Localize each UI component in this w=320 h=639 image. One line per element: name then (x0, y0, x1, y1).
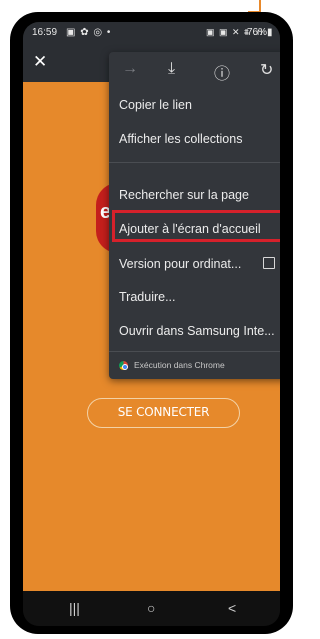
refresh-icon[interactable]: ↻ (260, 60, 273, 80)
download-icon[interactable]: ⤓ (168, 60, 175, 78)
forward-icon[interactable]: → (122, 60, 138, 78)
close-icon[interactable]: ✕ (33, 52, 47, 72)
menu-item-find-in-page[interactable]: Rechercher sur la page (109, 178, 280, 212)
highlight-box (112, 210, 280, 242)
running-in-chrome: Exécution dans Chrome (109, 352, 280, 379)
recents-icon[interactable]: ||| (69, 600, 80, 616)
menu-divider (109, 162, 280, 163)
notification-icons: ▣ ✿ ◎ • (66, 27, 112, 38)
desktop-version-checkbox[interactable] (263, 257, 275, 269)
menu-item-open-in-samsung[interactable]: Ouvrir dans Samsung Inte... (109, 314, 280, 348)
menu-item-label: Ouvrir dans Samsung Inte... (119, 324, 275, 338)
menu-item-translate[interactable]: Traduire... (109, 280, 280, 314)
running-in-chrome-label: Exécution dans Chrome (134, 360, 225, 370)
phone-screen: 16:59 ▣ ✿ ◎ • ▣ ▣ ✕ ⩩ .ıl 76%▮ ✕ e SE CO… (23, 22, 280, 626)
chrome-icon (119, 361, 128, 370)
overflow-menu: → ⤓ ⓘ ↻ Copier le lien Afficher les coll… (109, 52, 280, 379)
info-icon[interactable]: ⓘ (214, 60, 230, 84)
menu-item-label: Rechercher sur la page (119, 188, 249, 202)
android-nav-bar: ||| ○ < (23, 591, 280, 626)
back-icon[interactable]: < (228, 600, 236, 616)
home-icon[interactable]: ○ (147, 600, 155, 616)
menu-item-copy-link[interactable]: Copier le lien (109, 88, 280, 122)
menu-top-row: → ⤓ ⓘ ↻ (109, 52, 280, 88)
status-bar: 16:59 ▣ ✿ ◎ • ▣ ▣ ✕ ⩩ .ıl 76%▮ (23, 22, 280, 44)
menu-item-label: Traduire... (119, 290, 176, 304)
menu-item-label: Afficher les collections (119, 132, 243, 146)
menu-item-desktop-version[interactable]: Version pour ordinat... (109, 247, 280, 281)
connect-button[interactable]: SE CONNECTER (87, 398, 240, 428)
menu-item-label: Version pour ordinat... (119, 257, 242, 271)
menu-item-label: Copier le lien (119, 98, 192, 112)
status-time: 16:59 (32, 27, 58, 38)
menu-item-collections[interactable]: Afficher les collections (109, 122, 280, 156)
battery-level: 76%▮ (247, 27, 273, 38)
